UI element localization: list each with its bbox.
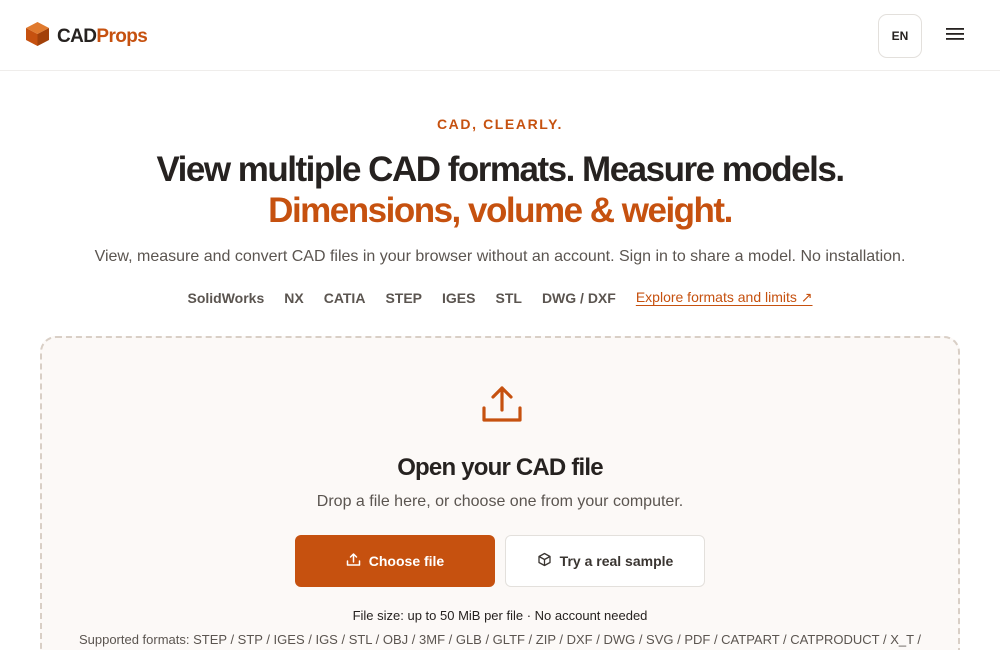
box-icon [537,552,552,570]
format-step: STEP [385,289,423,306]
logo-text: CADProps [57,25,148,48]
explore-formats-link[interactable]: Explore formats and limits ↗ [636,289,813,306]
choose-file-label: Choose file [368,553,445,569]
try-sample-label: Try a real sample [559,553,674,569]
formats-row: SolidWorks NX CATIA STEP IGES STL DWG / … [0,289,1000,306]
supported-formats: Supported formats: STEP / STP / IGES / I… [78,632,922,647]
cube-icon [25,21,50,52]
site-header: CADProps EN [0,0,1000,71]
choose-file-button[interactable]: Choose file [295,535,495,587]
filesize-note: File size: up to 50 MiB per file · No ac… [352,608,648,623]
page-title-accent: Dimensions, volume & weight. [268,191,733,230]
logo-text-props: Props [96,25,148,47]
format-dwg-dxf: DWG / DXF [541,289,616,306]
page-subtitle: View, measure and convert CAD files in y… [94,248,906,265]
upload-small-icon [346,552,361,570]
page-title: View multiple CAD formats. Measure model… [156,150,845,189]
dropzone-subtitle: Drop a file here, or choose one from you… [316,493,684,510]
try-sample-button[interactable]: Try a real sample [505,535,705,587]
format-solidworks: SolidWorks [187,289,265,306]
format-stl: STL [495,289,522,306]
menu-button[interactable] [938,20,972,52]
format-catia: CATIA [323,289,366,306]
hamburger-menu-icon [946,27,964,46]
upload-icon [480,382,524,431]
eyebrow-label: CAD, CLEARLY. [436,116,564,132]
file-dropzone[interactable]: Open your CAD file Drop a file here, or … [40,336,960,650]
format-nx: NX [284,289,304,306]
format-iges: IGES [442,289,476,306]
logo-text-cad: CAD [57,25,97,47]
language-button[interactable]: EN [878,14,922,58]
dropzone-title: Open your CAD file [397,454,603,481]
logo[interactable]: CADProps [25,21,148,52]
